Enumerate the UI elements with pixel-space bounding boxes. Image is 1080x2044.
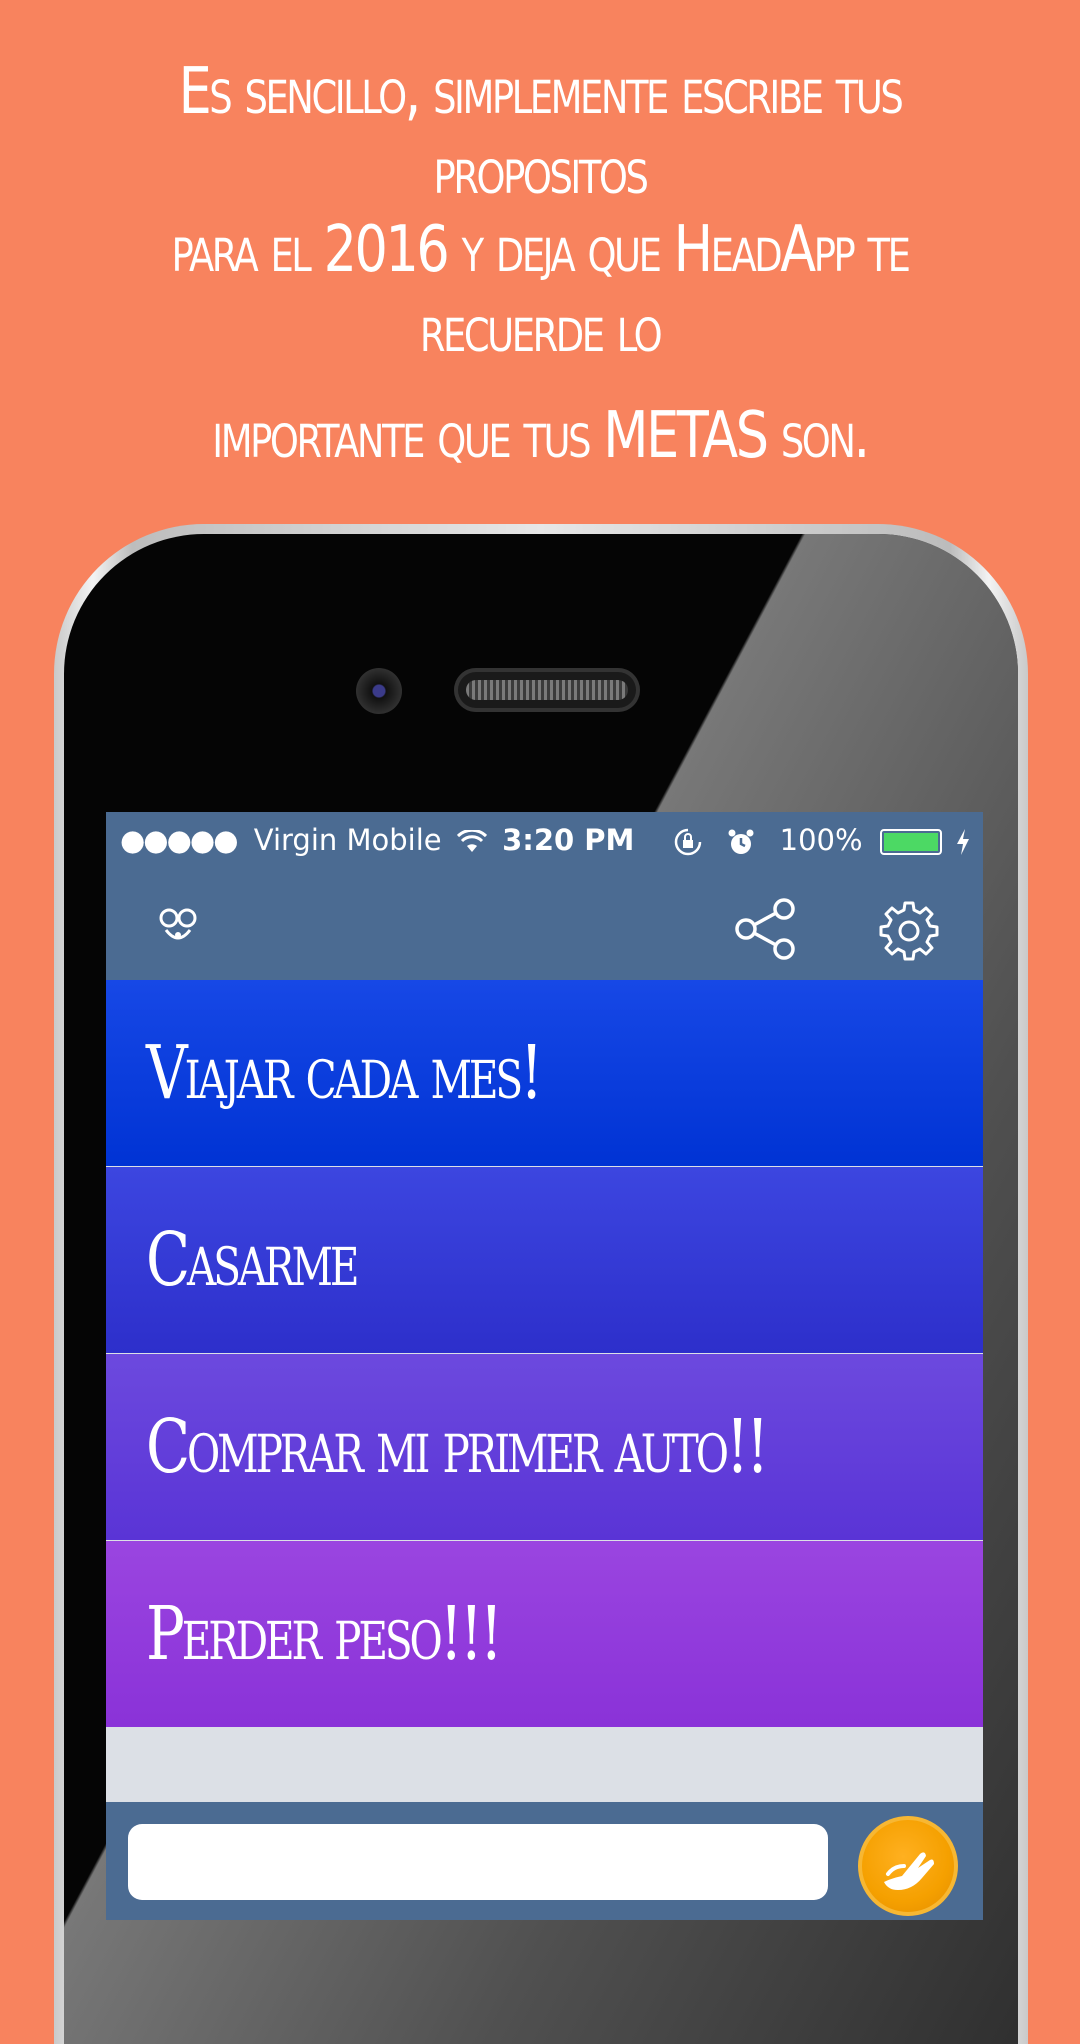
- status-bar: ●●●●● Virgin Mobile 3:20 PM 100%: [106, 812, 983, 868]
- goal-label: Casarme: [146, 1217, 359, 1303]
- headline-line-2: para el 2016 y deja que HeadApp te recue…: [171, 213, 911, 367]
- status-time: 3:20 PM: [502, 823, 635, 857]
- goal-item[interactable]: Comprar mi primer auto!!: [106, 1354, 983, 1540]
- battery-level-fill: [883, 833, 938, 851]
- rotation-lock-icon: [674, 828, 702, 856]
- new-goal-input[interactable]: [128, 1824, 828, 1900]
- settings-gear-icon[interactable]: [878, 900, 940, 962]
- goal-item[interactable]: Casarme: [106, 1167, 983, 1353]
- share-icon[interactable]: [734, 898, 798, 960]
- earpiece-speaker: [454, 668, 640, 712]
- app-logo-icon[interactable]: [156, 906, 200, 946]
- hand-wave-icon: [884, 1852, 934, 1890]
- headline-line-1: Es sencillo, simplemente escribe tus pro…: [178, 55, 904, 209]
- alarm-icon: [728, 829, 754, 854]
- goal-item[interactable]: Viajar cada mes!: [106, 980, 983, 1166]
- goal-label: Perder peso!!!: [146, 1591, 503, 1677]
- signal-strength-icon: ●●●●●: [120, 823, 239, 857]
- app-nav-bar: [106, 868, 983, 980]
- battery-percent: 100%: [779, 823, 863, 857]
- status-left: ●●●●● Virgin Mobile 3:20 PM: [120, 812, 634, 868]
- app-screen: ●●●●● Virgin Mobile 3:20 PM 100% Viajar …: [106, 812, 983, 1920]
- goal-item[interactable]: Perder peso!!!: [106, 1541, 983, 1727]
- goal-composer: [106, 1802, 983, 1920]
- wifi-icon: [456, 828, 487, 852]
- goal-label: Viajar cada mes!: [146, 1030, 543, 1116]
- front-camera-icon: [356, 668, 402, 714]
- status-right: 100%: [673, 812, 971, 868]
- send-button[interactable]: [858, 1816, 958, 1916]
- charging-bolt-icon: [957, 829, 969, 855]
- goal-label: Comprar mi primer auto!!: [146, 1404, 769, 1490]
- headline-line-3: importante que tus METAS son.: [212, 399, 870, 473]
- carrier-name: Virgin Mobile: [253, 823, 442, 857]
- battery-icon: [879, 829, 942, 855]
